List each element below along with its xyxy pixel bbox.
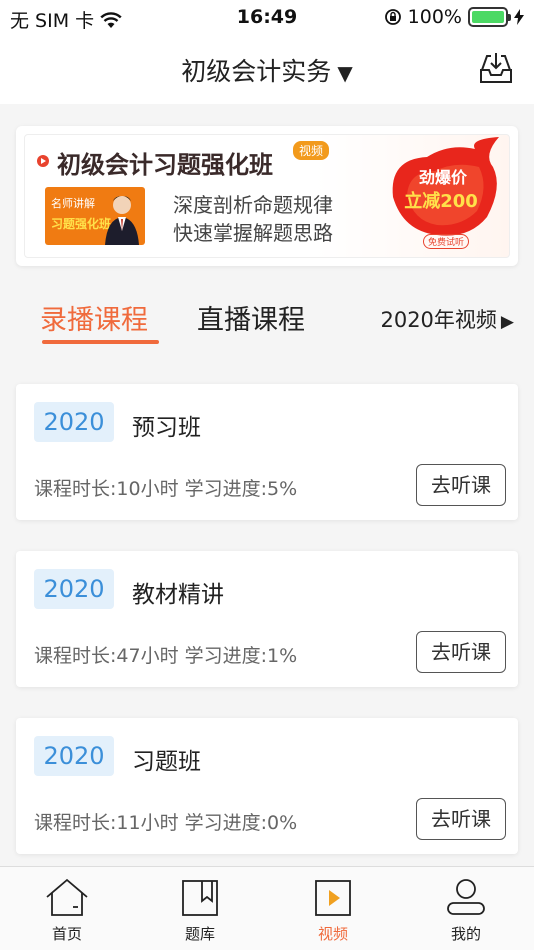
promo-line-1: 劲爆价: [419, 168, 468, 187]
teacher-figure: [105, 196, 139, 245]
year-badge: 2020: [34, 736, 114, 776]
play-dot-icon: [37, 155, 49, 167]
course-meta: 课程时长:47小时 学习进度:1%: [34, 645, 298, 667]
promo-line-2: 立减200: [404, 190, 478, 212]
course-name: 教材精讲: [132, 582, 224, 608]
teacher-tag-line1: 名师讲解: [51, 197, 95, 210]
tabbar-video-label: 视频: [317, 925, 348, 943]
tab-live[interactable]: 直播课程: [197, 298, 305, 337]
charging-icon: [514, 9, 524, 25]
course-meta: 课程时长:11小时 学习进度:0%: [34, 812, 298, 834]
play-arrow-icon: ▶: [500, 312, 514, 332]
promo-banner[interactable]: 初级会计习题强化班 视频 名师讲解 习题强化班 深度剖析命题规律 快速掌握解题思…: [16, 126, 518, 266]
course-name: 习题班: [132, 749, 201, 775]
video-play-icon: [315, 880, 351, 916]
subject-title: 初级会计实务: [181, 57, 332, 86]
tab-active-indicator: [42, 340, 159, 344]
attend-class-button[interactable]: 去听课: [416, 464, 506, 506]
banner-badge: 视频: [293, 141, 330, 160]
battery-percent: 100%: [407, 6, 462, 28]
rotation-lock-icon: [384, 9, 401, 25]
banner-title: 初级会计习题强化班: [57, 151, 273, 179]
banner-line-1: 深度剖析命题规律: [173, 193, 333, 217]
course-card[interactable]: 2020 习题班 课程时长:11小时 学习进度:0% 去听课: [16, 718, 518, 854]
course-name: 预习班: [132, 415, 201, 441]
user-icon: [447, 879, 485, 915]
promo-flame-badge: 劲爆价 立减200: [392, 137, 499, 236]
year-badge: 2020: [34, 569, 114, 609]
free-trial-tag: 免费试听: [422, 234, 469, 249]
attend-class-button[interactable]: 去听课: [416, 798, 506, 840]
tabbar-home[interactable]: 首页: [22, 877, 112, 944]
caret-down-icon: ▼: [337, 61, 353, 85]
year-badge: 2020: [34, 402, 114, 442]
tabbar-profile-label: 我的: [450, 925, 481, 943]
course-meta: 课程时长:10小时 学习进度:5%: [34, 478, 298, 500]
tabbar-video[interactable]: 视频: [288, 877, 378, 944]
course-card[interactable]: 2020 预习班 课程时长:10小时 学习进度:5% 去听课: [16, 384, 518, 520]
tabbar-question-bank-label: 题库: [184, 925, 215, 943]
course-tabs: 录播课程 直播课程 2020年视频 ▶: [0, 294, 534, 350]
attend-class-button[interactable]: 去听课: [416, 631, 506, 673]
bookmark-book-icon: [182, 880, 218, 916]
tab-recorded[interactable]: 录播课程: [40, 298, 148, 337]
battery-icon: [468, 7, 511, 27]
subject-selector[interactable]: 初级会计实务 ▼: [0, 52, 534, 88]
banner-line-2: 快速掌握解题思路: [173, 221, 333, 245]
tabbar-question-bank[interactable]: 题库: [155, 877, 245, 944]
teacher-panel: 名师讲解 习题强化班: [45, 187, 145, 245]
status-bar: 无 SIM 卡 16:49 100%: [0, 0, 534, 36]
course-card[interactable]: 2020 教材精讲 课程时长:47小时 学习进度:1% 去听课: [16, 551, 518, 687]
tabbar-profile[interactable]: 我的: [421, 877, 511, 944]
tabbar-home-label: 首页: [51, 925, 82, 943]
promo-banner-image: 初级会计习题强化班 视频 名师讲解 习题强化班 深度剖析命题规律 快速掌握解题思…: [24, 134, 510, 258]
year-filter-label: 2020年视频: [380, 308, 497, 332]
nav-bar: 初级会计实务 ▼: [0, 36, 534, 104]
teacher-tag-line2: 习题强化班: [51, 217, 112, 231]
status-right: 100%: [384, 6, 524, 28]
home-icon: [46, 878, 88, 916]
year-filter[interactable]: 2020年视频 ▶: [380, 304, 514, 334]
bottom-tab-bar: 首页 题库 视频 我的: [0, 866, 534, 950]
download-tray-icon[interactable]: [478, 50, 514, 86]
